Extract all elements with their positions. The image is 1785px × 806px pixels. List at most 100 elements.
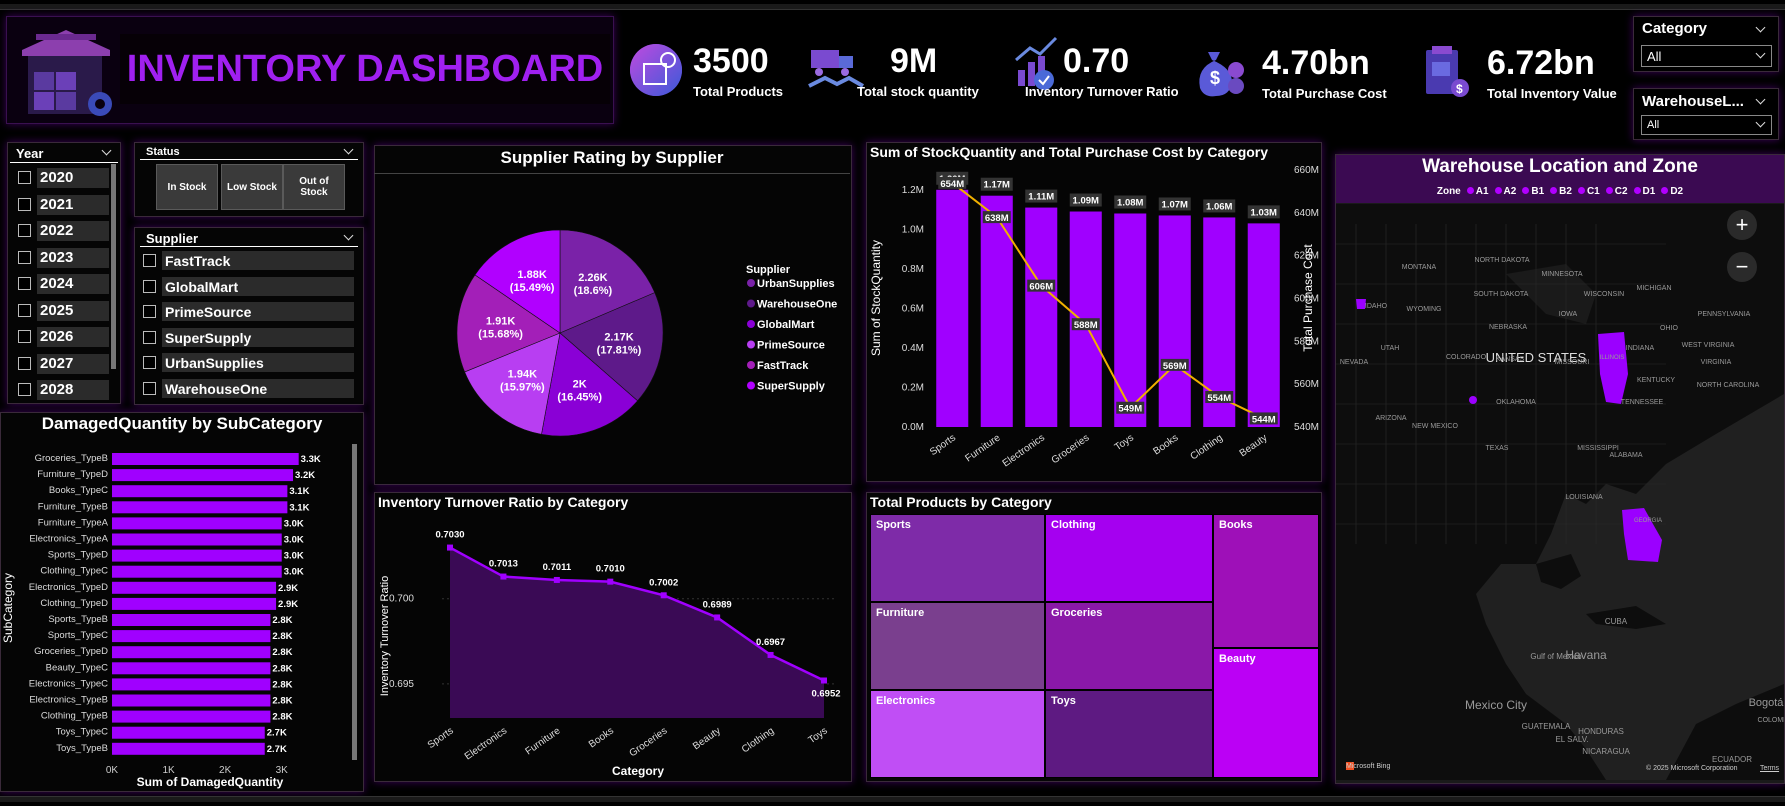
map-place-label: GUATEMALA [1522,722,1571,731]
map-place-label: Gulf of Mexico [1530,652,1582,661]
status-out-of-stock-button[interactable]: Out of Stock [283,164,345,210]
stock-cost-combo-chart: 0.0M0.2M0.4M0.6M0.8M1.0M1.2M540M560M580M… [869,165,1319,470]
x-tick-label: Groceries [1050,432,1092,466]
bar [112,581,277,594]
line-point [447,544,453,551]
chevron-down-icon[interactable] [101,145,112,156]
data-label: 2.8K [272,663,292,674]
year-checkbox[interactable] [18,197,31,211]
map-place-label: TENNESSEE [1621,399,1664,406]
x-tick-label: Furniture [523,725,562,757]
supplier-checkbox[interactable] [143,330,156,344]
treemap-cell[interactable]: Groceries [1045,602,1213,690]
zone-legend-item: B2 [1550,186,1572,197]
right-tick-label: 560M [1294,379,1319,390]
data-label: 2.8K [272,679,292,690]
treemap-cell[interactable]: Beauty [1213,648,1319,778]
y-axis-title: SubCategory [1,573,15,643]
combo-chart-title: Sum of StockQuantity and Total Purchase … [870,144,1269,160]
treemap-cell-label: Groceries [1051,607,1103,619]
bar [112,469,294,482]
line-data-label: 549M [1118,404,1142,415]
supplier-rating-pie-chart: 2.26K(18.6%) 2.17K(17.81%) 2K(16.45%) 1.94K… [456,229,837,437]
legend-label: SuperSupply [757,381,826,393]
year-option-label: 2022 [37,221,109,241]
y-tick-label: Furniture_TypeA [38,517,109,528]
legend-swatch [747,279,755,287]
damaged-scrollbar[interactable] [352,444,357,760]
data-label: 2.8K [272,615,292,626]
line-point [821,677,827,684]
year-checkbox[interactable] [18,383,31,396]
y-tick-label: 0.695 [389,679,414,690]
treemap-cell[interactable]: Books [1213,514,1319,648]
inventory-value-icon: $ [1420,42,1472,100]
zone-legend-label: B2 [1559,186,1572,197]
data-label: 2.9K [278,583,298,594]
warehouse-dropdown[interactable]: All [1641,115,1772,135]
zoom-out-button[interactable]: − [1727,252,1757,282]
year-checkbox[interactable] [18,330,31,343]
year-checkbox[interactable] [18,224,31,237]
status-slicer-label: Status [146,146,180,158]
map-place-label: NEBRASKA [1489,324,1527,331]
map-place-label: NORTH CAROLINA [1697,382,1760,389]
slice-value-label: 1.88K [517,269,546,281]
chevron-down-icon[interactable] [343,230,354,241]
supplier-checkbox[interactable] [143,305,156,318]
map-terms-link[interactable]: Terms [1760,765,1779,772]
kpi-total-products-label: Total Products [693,84,784,99]
data-label: 3.0K [284,567,304,578]
zone-legend-label: C2 [1614,186,1628,197]
supplier-slicer-label: Supplier [146,231,199,246]
zone-legend-item: B1 [1522,186,1544,197]
map-place-label: ARIZONA [1375,415,1406,422]
chevron-down-icon [1755,117,1766,128]
status-in-stock-button[interactable]: In Stock [156,164,218,210]
year-checkbox[interactable] [18,277,31,290]
supplier-checkbox[interactable] [143,356,156,369]
chevron-down-icon[interactable] [343,144,354,155]
right-tick-label: 640M [1294,208,1319,219]
map-place-label: Mexico City [1465,698,1527,712]
y-tick-label: Electronics_TypeB [29,695,108,706]
category-dropdown[interactable]: All [1641,45,1772,67]
year-checkbox[interactable] [18,171,31,184]
x-tick-label: Clothing [740,725,776,755]
left-axis-title: Sum of StockQuantity [869,240,883,356]
zone-legend-label: A1 [1475,186,1489,197]
treemap-cell[interactable]: Furniture [870,602,1045,690]
treemap-cell[interactable]: Sports [870,514,1045,602]
x-tick-label: Toys [1113,432,1136,453]
warehouse-map[interactable]: UNITED STATESHavanaMexico CityCUBAGUATEM… [1336,204,1784,780]
zoom-in-button[interactable]: + [1727,210,1757,240]
kpi-inventory-value-value: 6.72bn [1487,44,1595,82]
bar [980,195,1013,427]
y-tick-label: Beauty_TypeC [46,662,108,673]
y-tick-label: Toys_TypeC [56,727,108,738]
supplier-checkbox[interactable] [143,279,156,293]
dashboard-title: INVENTORY DASHBOARD [120,34,610,104]
bar [1025,207,1058,427]
year-scrollbar[interactable] [111,164,116,369]
y-tick-label: Sports_TypeD [48,550,108,561]
year-checkbox[interactable] [18,250,31,264]
treemap-cell[interactable]: Toys [1045,690,1213,778]
data-label: 3.1K [289,486,309,497]
status-low-stock-button[interactable]: Low Stock [221,164,283,210]
treemap-cell[interactable]: Electronics [870,690,1045,778]
supplier-checkbox[interactable] [143,254,156,267]
legend-label: FastTrack [757,360,809,372]
kpi-turnover-ratio-value: 0.70 [1063,42,1130,80]
year-checkbox[interactable] [18,356,31,370]
treemap-cell[interactable]: Clothing [1045,514,1213,602]
slice-value-label: 2.17K [604,331,633,343]
treemap-cell-label: Books [1219,519,1253,531]
bar [112,485,288,498]
oklahoma-warehouse-point [1469,396,1477,404]
year-checkbox[interactable] [18,303,31,317]
data-label: 0.7030 [435,530,464,541]
bar [112,517,282,530]
x-axis-title: Sum of DamagedQuantity [137,775,284,789]
supplier-checkbox[interactable] [143,381,156,395]
